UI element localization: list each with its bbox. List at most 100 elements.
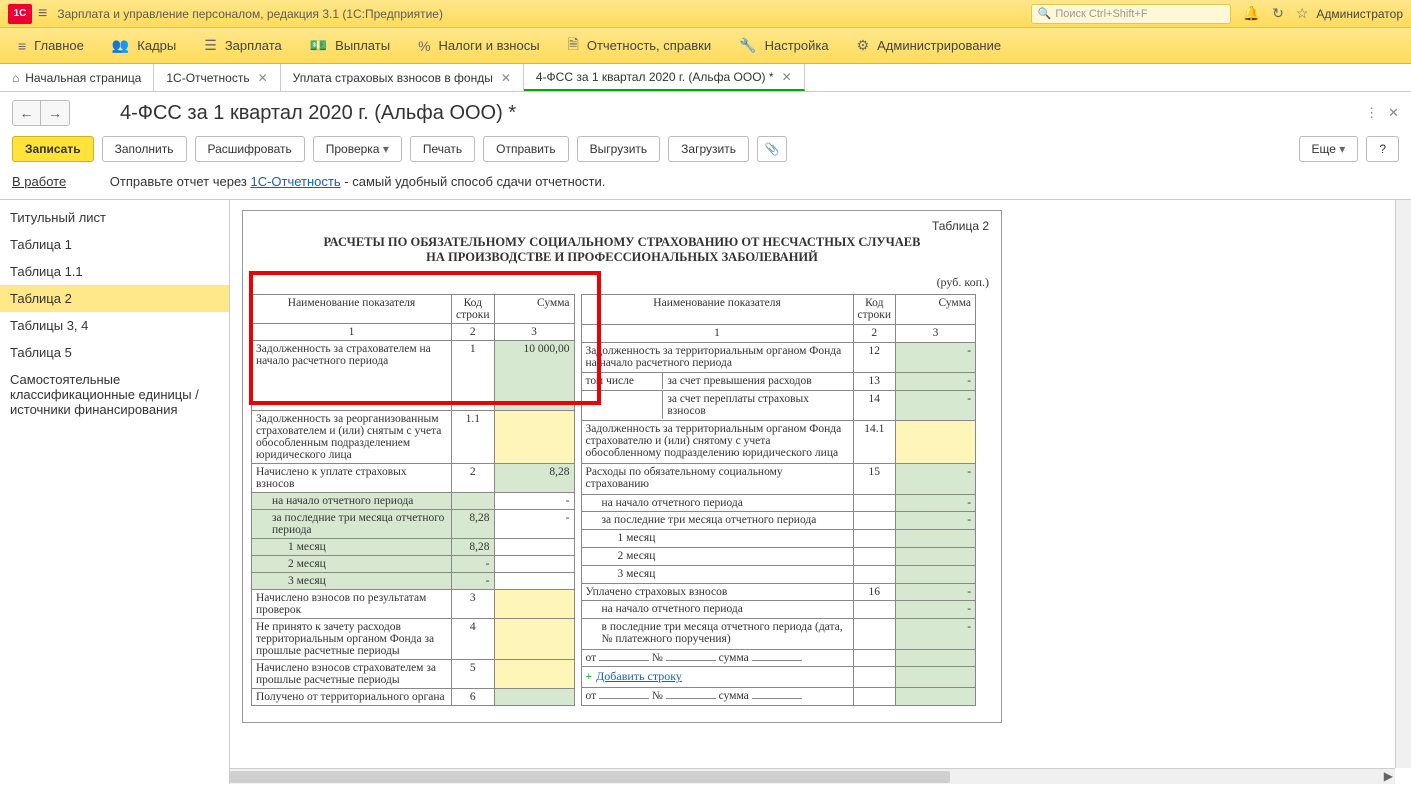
app-title: Зарплата и управление персоналом, редакц… [57, 7, 1030, 21]
sidebar-item[interactable]: Титульный лист [0, 204, 229, 231]
menu-label: Администрирование [877, 38, 1001, 53]
tab[interactable]: 1С-Отчетность✕ [154, 64, 280, 91]
status-line: В работе Отправьте отчет через 1С-Отчетн… [0, 170, 1411, 199]
add-row[interactable]: +Добавить строку [581, 667, 976, 688]
print-button[interactable]: Печать [410, 136, 475, 162]
table-row: Задолженность за территориальным органом… [581, 343, 976, 373]
tab[interactable]: ⌂Начальная страница [0, 64, 154, 91]
link-1c-otchetnost[interactable]: 1С-Отчетность [250, 174, 340, 189]
add-row-link[interactable]: Добавить строку [596, 669, 682, 683]
table-row: 3 месяц [581, 565, 976, 583]
content-area: Таблица 2 РАСЧЕТЫ ПО ОБЯЗАТЕЛЬНОМУ СОЦИА… [230, 200, 1411, 784]
menu-label: Выплаты [335, 38, 390, 53]
kebab-icon[interactable]: ⋮ [1365, 105, 1378, 121]
table-row: Начислено взносов по результатам проверо… [252, 590, 575, 619]
menu-item[interactable]: 🗎Отчетность, справки [554, 28, 726, 63]
table-row: Начислено к уплате страховых взносов28,2… [252, 464, 575, 493]
check-button[interactable]: Проверка [313, 136, 402, 162]
table-right: Наименование показателяКод строкиСумма12… [581, 294, 977, 706]
table-row: за последние три месяца отчетного период… [581, 512, 976, 530]
tab-close-icon[interactable]: ✕ [782, 70, 792, 84]
send-button[interactable]: Отправить [483, 136, 569, 162]
tab[interactable]: Уплата страховых взносов в фонды✕ [281, 64, 524, 91]
sidebar-item[interactable]: Таблица 1.1 [0, 258, 229, 285]
status-text-after: - самый удобный способ сдачи отчетности. [341, 174, 606, 189]
scrollbar-horizontal[interactable]: ▶ [230, 768, 1395, 784]
pay-num[interactable] [666, 698, 716, 699]
table-row: на начало отчетного периода- [581, 601, 976, 619]
menu-icon: 💵 [310, 37, 327, 54]
report-page: Таблица 2 РАСЧЕТЫ ПО ОБЯЗАТЕЛЬНОМУ СОЦИА… [242, 210, 1002, 723]
menu-icon: ☰ [204, 37, 217, 54]
scrollbar-vertical[interactable] [1395, 200, 1411, 768]
table-row: за счет переплаты страховых взносов14- [581, 391, 976, 421]
pay-date[interactable] [599, 698, 649, 699]
attach-button[interactable]: 📎 [757, 136, 787, 162]
tab-close-icon[interactable]: ✕ [501, 71, 511, 85]
sidebar-item[interactable]: Таблица 2 [0, 285, 229, 312]
menu-icon: ⚙ [857, 37, 870, 54]
table-row: Задолженность за страхователем на начало… [252, 341, 575, 411]
back-button[interactable]: ← [13, 101, 41, 125]
import-button[interactable]: Загрузить [668, 136, 749, 162]
menu-item[interactable]: 💵 Выплаты [296, 28, 404, 63]
menu-icon: 🗎 [568, 34, 579, 58]
menu-item[interactable]: ⚙ Администрирование [843, 28, 1016, 63]
sidebar-item[interactable]: Таблица 5 [0, 339, 229, 366]
search-input[interactable]: 🔍 Поиск Ctrl+Shift+F [1031, 4, 1231, 24]
pay-num[interactable] [666, 660, 716, 661]
save-button[interactable]: Записать [12, 136, 94, 162]
tab-label: Начальная страница [25, 71, 141, 85]
search-icon: 🔍 [1038, 7, 1052, 20]
table-row: 3 месяц- [252, 573, 575, 590]
menu-icon: 👥 [112, 37, 129, 54]
sidebar-item[interactable]: Самостоятельные классификационные единиц… [0, 366, 229, 423]
table-row: Уплачено страховых взносов16- [581, 583, 976, 601]
fill-button[interactable]: Заполнить [102, 136, 187, 162]
menu-item[interactable]: ☰ Зарплата [190, 28, 295, 63]
nav-buttons: ← → [12, 100, 70, 126]
tab-close-icon[interactable]: ✕ [258, 71, 268, 85]
menu-item[interactable]: 👥Кадры [98, 28, 190, 63]
pay-sum[interactable] [752, 660, 802, 661]
star-icon[interactable]: ☆ [1296, 5, 1309, 22]
status-label[interactable]: В работе [12, 174, 66, 189]
forward-button[interactable]: → [41, 101, 69, 125]
sidebar-item[interactable]: Таблицы 3, 4 [0, 312, 229, 339]
sidebar-item[interactable]: Таблица 1 [0, 231, 229, 258]
history-icon[interactable]: ↻ [1272, 5, 1284, 22]
tab-label: 4-ФСС за 1 квартал 2020 г. (Альфа ООО) * [536, 70, 774, 84]
tabs-bar: ⌂Начальная страница1С-Отчетность✕Уплата … [0, 64, 1411, 92]
menu-label: Зарплата [225, 38, 282, 53]
table-row: том числеза счет превышения расходов13- [581, 373, 976, 391]
table-row: Начислено взносов страхователем за прошл… [252, 660, 575, 689]
pay-date[interactable] [599, 660, 649, 661]
close-icon[interactable]: ✕ [1388, 105, 1399, 121]
menu-label: Настройка [765, 38, 829, 53]
user-label[interactable]: Администратор [1316, 7, 1403, 21]
menu-label: Главное [34, 38, 84, 53]
toolbar: Записать Заполнить Расшифровать Проверка… [0, 130, 1411, 170]
pay-sum[interactable] [752, 698, 802, 699]
help-button[interactable]: ? [1366, 136, 1399, 162]
status-text-before: Отправьте отчет через [110, 174, 251, 189]
table-row: Не принято к зачету расходов территориал… [252, 619, 575, 660]
menu-icon: % [418, 38, 430, 54]
menu-item[interactable]: 🔧 Настройка [725, 28, 842, 63]
tab[interactable]: 4-ФСС за 1 квартал 2020 г. (Альфа ООО) *… [524, 64, 805, 91]
table-row: Расходы по обязательному социальному стр… [581, 464, 976, 494]
bell-icon[interactable]: 🔔 [1243, 5, 1260, 22]
body-split: Титульный листТаблица 1Таблица 1.1Таблиц… [0, 199, 1411, 784]
export-button[interactable]: Выгрузить [577, 136, 661, 162]
table-row: на начало отчетного периода- [581, 494, 976, 512]
decode-button[interactable]: Расшифровать [195, 136, 305, 162]
more-button[interactable]: Еще [1299, 136, 1359, 162]
menu-icon: 🔧 [739, 37, 756, 54]
app-logo: 1C [8, 4, 32, 24]
menu-item[interactable]: ≡Главное [4, 28, 98, 63]
table-row: Задолженность за территориальным органом… [581, 421, 976, 464]
table-row: за последние три месяца отчетного период… [252, 510, 575, 539]
menu-item[interactable]: %Налоги и взносы [404, 28, 554, 63]
burger-icon[interactable]: ≡ [38, 5, 47, 23]
payment-row: от № сумма [581, 649, 976, 667]
